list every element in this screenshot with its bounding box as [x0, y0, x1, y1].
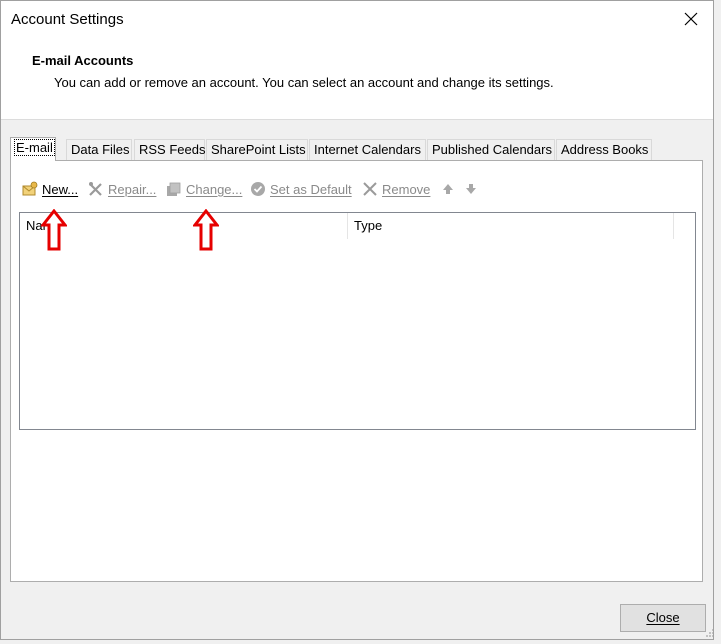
tab-address-books[interactable]: Address Books [556, 139, 652, 160]
account-list[interactable]: Name Type [19, 212, 696, 430]
close-button-label: Close [646, 610, 680, 625]
tab-sharepoint-lists[interactable]: SharePoint Lists [206, 139, 308, 160]
window-title: Account Settings [11, 11, 124, 28]
tab-label: Internet Calendars [314, 142, 421, 157]
column-header-name[interactable]: Name [20, 213, 348, 239]
dialog-header: E-mail Accounts You can add or remove an… [1, 39, 713, 120]
column-header-type[interactable]: Type [348, 213, 674, 239]
set-default-button[interactable]: Set as Default [250, 178, 352, 200]
new-account-icon [22, 181, 38, 196]
remove-button[interactable]: Remove [362, 178, 430, 200]
tab-rss-feeds[interactable]: RSS Feeds [134, 139, 205, 160]
list-header: Name Type [20, 213, 695, 239]
red-arrow-new-icon [41, 209, 67, 251]
tab-internet-calendars[interactable]: Internet Calendars [309, 139, 426, 160]
tab-published-calendars[interactable]: Published Calendars [427, 139, 555, 160]
move-down-icon[interactable] [463, 181, 479, 197]
change-button[interactable]: Change... [166, 178, 242, 200]
remove-label: Remove [382, 181, 431, 197]
move-up-icon[interactable] [440, 181, 456, 197]
checkmark-circle-icon [251, 182, 265, 196]
close-window-icon[interactable] [683, 11, 699, 27]
header-title: E-mail Accounts [32, 53, 134, 68]
remove-x-icon [363, 182, 377, 196]
tab-label: RSS Feeds [139, 142, 206, 157]
new-label: New... [42, 181, 79, 197]
repair-icon [89, 182, 102, 196]
resize-grip-icon[interactable] [705, 628, 715, 638]
close-button[interactable]: Close [620, 604, 706, 632]
change-icon [167, 182, 181, 196]
account-toolbar: New... Repair... Change... Set as Defaul… [10, 178, 490, 200]
tab-label: E-mail [14, 139, 55, 156]
title-bar: Account Settings [1, 1, 713, 39]
repair-button[interactable]: Repair... [88, 178, 156, 200]
change-label: Change... [186, 181, 243, 197]
header-subtitle: You can add or remove an account. You ca… [54, 75, 554, 90]
red-arrow-change-icon [193, 209, 219, 251]
tab-label: Address Books [561, 142, 649, 157]
tab-label: Published Calendars [432, 142, 552, 157]
new-account-button[interactable]: New... [22, 178, 78, 200]
tab-email[interactable]: E-mail [10, 137, 56, 161]
tab-data-files[interactable]: Data Files [66, 139, 132, 160]
tab-label: SharePoint Lists [211, 142, 306, 157]
repair-label: Repair... [108, 181, 157, 197]
set-default-label: Set as Default [270, 181, 352, 197]
tab-label: Data Files [71, 142, 130, 157]
